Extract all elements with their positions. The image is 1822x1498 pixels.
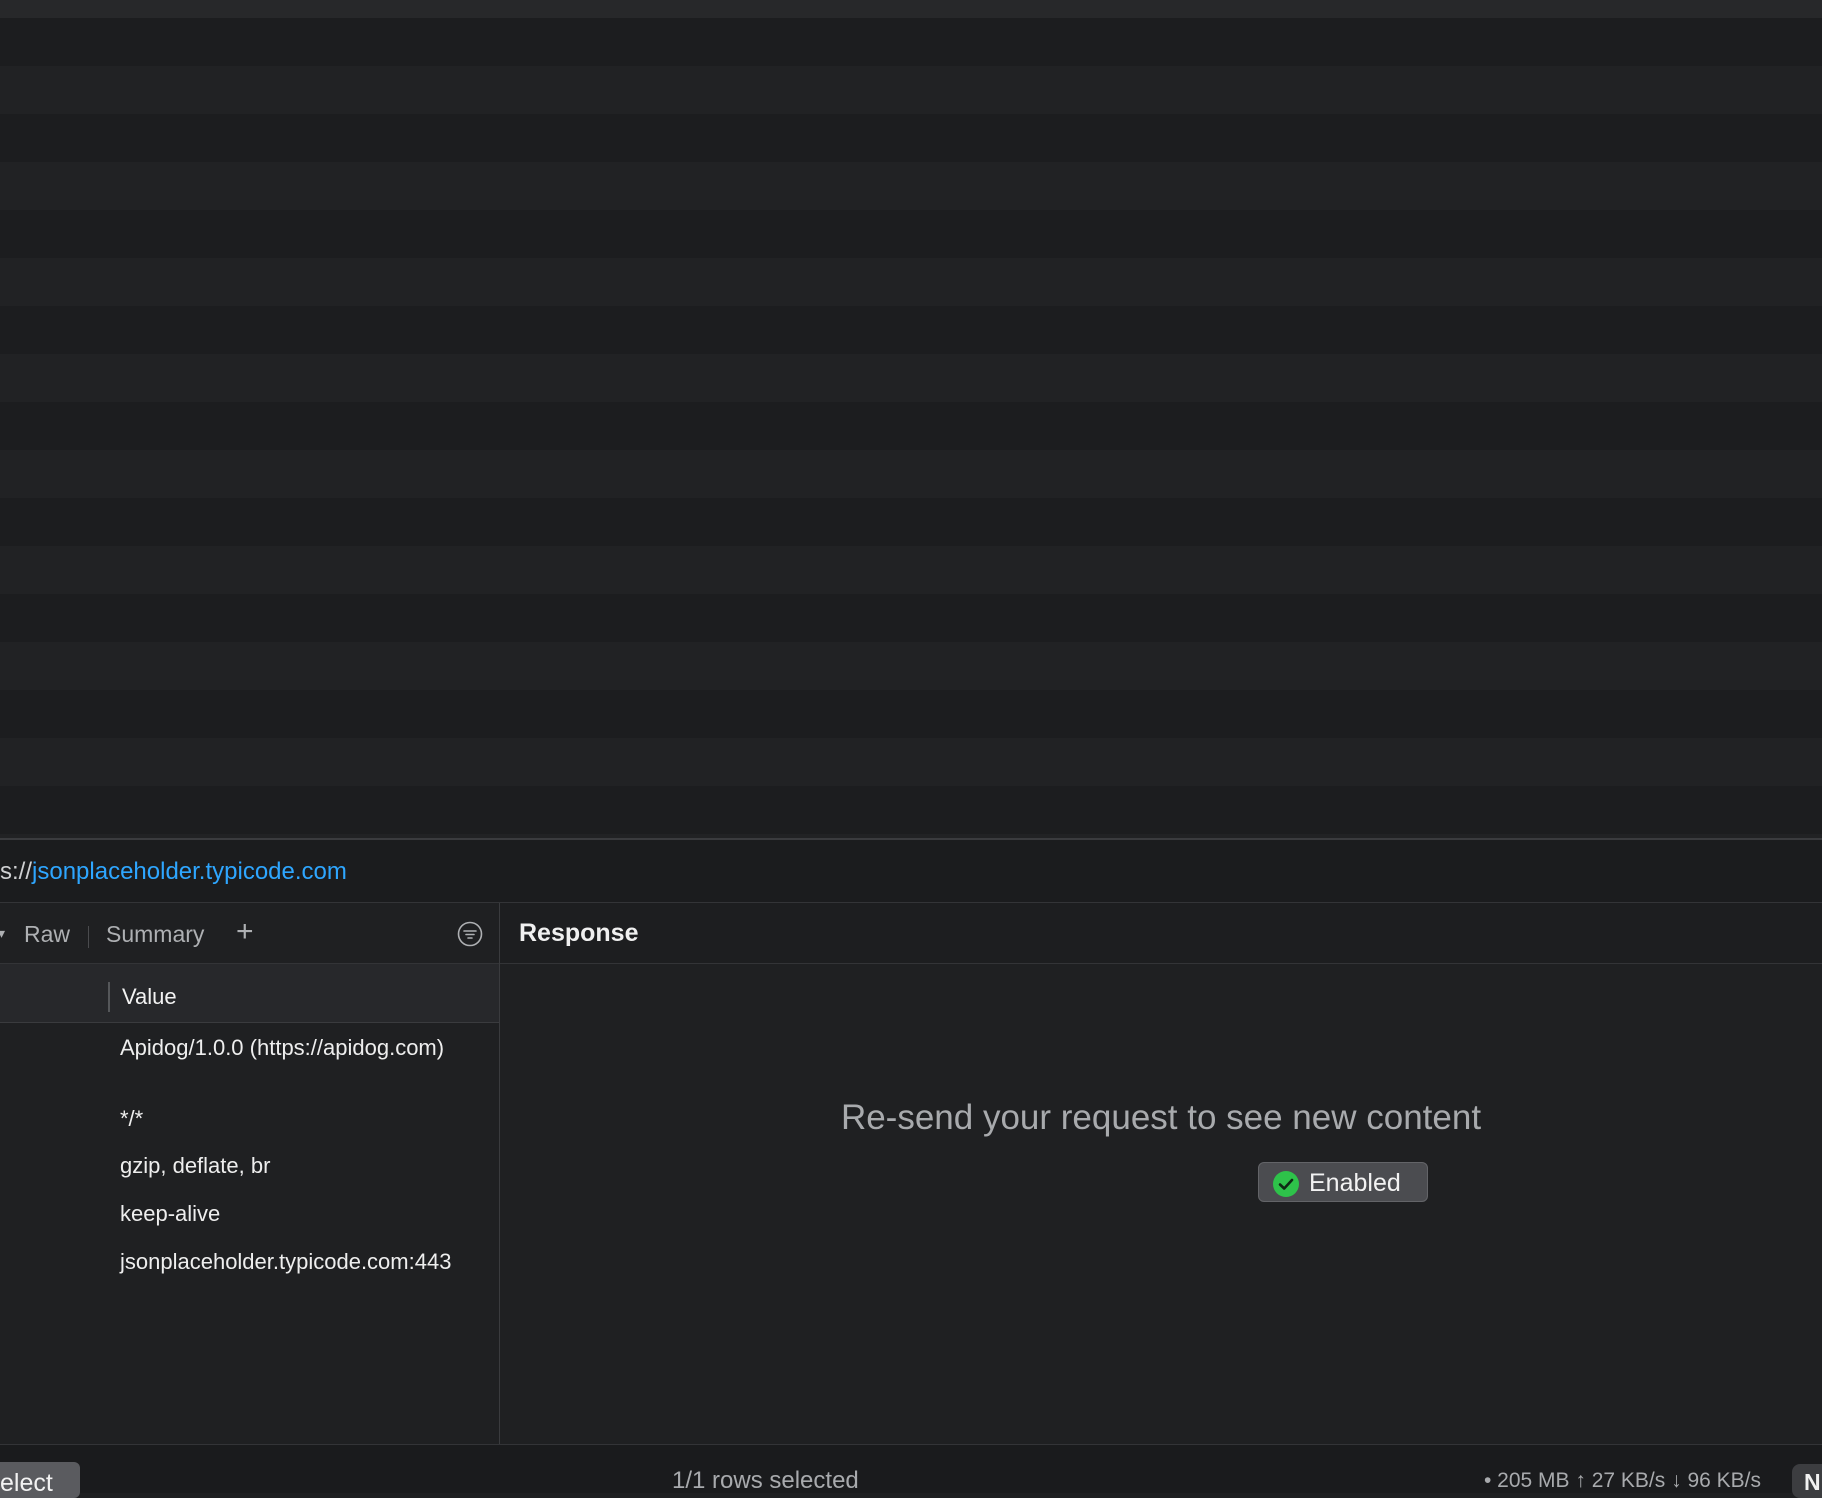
select-button[interactable]: elect [0,1462,80,1498]
list-row[interactable] [0,450,1822,498]
list-header-strip [0,0,1822,18]
plus-icon[interactable]: + [236,915,254,949]
list-row[interactable] [0,210,1822,258]
list-row[interactable] [0,114,1822,162]
response-panel: Response Re-send your request to see new… [500,903,1822,1444]
select-button-label: elect [0,1469,53,1497]
list-row[interactable] [0,786,1822,834]
column-header-value[interactable]: Value [122,984,177,1010]
list-row[interactable] [0,498,1822,546]
network-stats: • 205 MB ↑ 27 KB/s ↓ 96 KB/s [1484,1469,1761,1492]
url-host[interactable]: jsonplaceholder.typicode.com [32,858,347,885]
chevron-down-icon[interactable]: ▾ [0,925,5,942]
filter-icon[interactable] [457,921,483,947]
status-bar: elect 1/1 rows selected • 205 MB ↑ 27 KB… [0,1444,1822,1498]
request-tab-bar: ▾ Raw Summary + [0,903,499,964]
url-scheme: s:// [0,858,33,885]
table-header: Value [0,964,499,1023]
tab-separator [88,926,89,948]
list-row[interactable] [0,306,1822,354]
list-row[interactable] [0,594,1822,642]
table-cell[interactable]: gzip, deflate, br [120,1152,490,1180]
list-row[interactable] [0,738,1822,786]
request-list [0,0,1822,838]
table-cell[interactable]: Apidog/1.0.0 (https://apidog.com) [120,1034,490,1062]
request-url[interactable]: s://jsonplaceholder.typicode.com [0,858,347,886]
list-row[interactable] [0,642,1822,690]
list-row[interactable] [0,402,1822,450]
rows-selected-count: 1/1 rows selected [672,1467,859,1494]
list-row[interactable] [0,354,1822,402]
checkmark-circle-icon [1273,1171,1299,1197]
tab-summary[interactable]: Summary [106,921,204,948]
enabled-label: Enabled [1309,1169,1401,1197]
request-panel: ▾ Raw Summary + Value Apidog/1.0.0 (http… [0,903,500,1444]
table-cell[interactable]: keep-alive [120,1200,490,1228]
response-header: Response [500,903,1822,964]
list-row[interactable] [0,162,1822,210]
enabled-badge[interactable]: Enabled [1258,1162,1428,1202]
status-badge[interactable]: N [1792,1464,1822,1498]
tab-raw[interactable]: Raw [24,921,70,948]
response-title: Response [519,919,639,947]
url-bar: s://jsonplaceholder.typicode.com [0,840,1822,903]
list-row[interactable] [0,18,1822,66]
table-cell[interactable]: jsonplaceholder.typicode.com:443 [120,1248,490,1276]
list-row[interactable] [0,546,1822,594]
table-cell[interactable]: */* [120,1105,490,1133]
column-resize-handle[interactable] [108,982,110,1012]
list-row[interactable] [0,258,1822,306]
list-row[interactable] [0,690,1822,738]
list-row[interactable] [0,66,1822,114]
empty-state-message: Re-send your request to see new content [840,1098,1482,1137]
